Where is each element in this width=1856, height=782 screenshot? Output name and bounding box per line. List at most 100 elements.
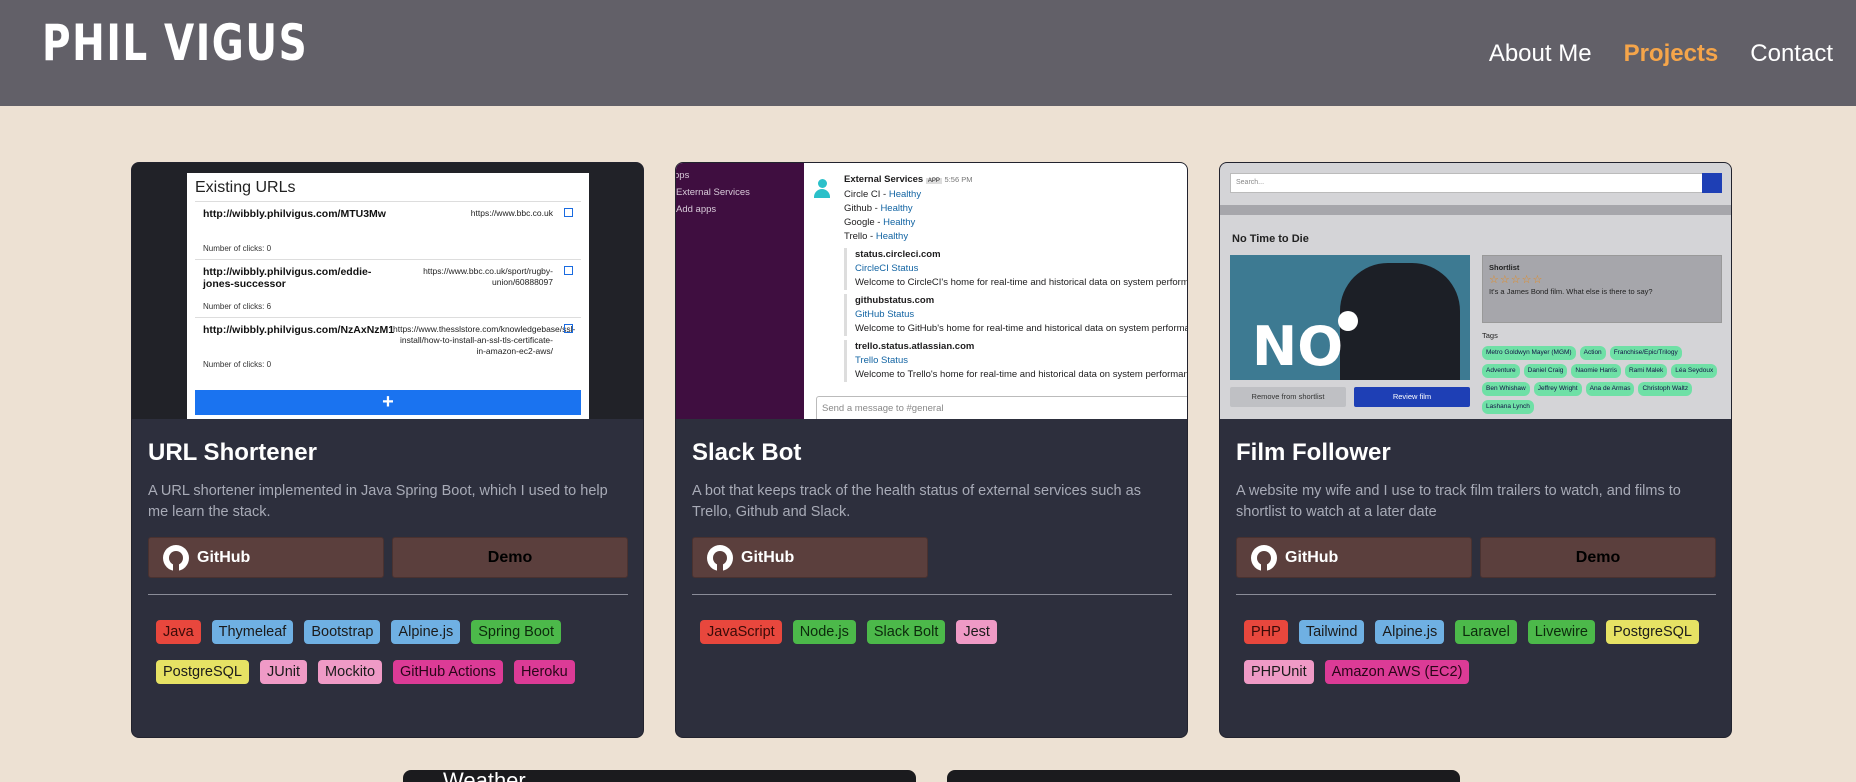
preview-link: GitHub Status [855,309,915,320]
project-card[interactable] [947,770,1460,782]
preview-link: CircleCI Status [855,263,919,274]
service-name: Circle CI - [844,189,887,200]
divider [148,594,628,595]
nav-about-me[interactable]: About Me [1489,40,1592,68]
short-url: http://wibbly.philvigus.com/eddie-jones-… [203,266,372,290]
tag: Livewire [1527,620,1595,644]
project-description: A website my wife and I use to track fil… [1236,483,1681,520]
tag: PostgreSQL [156,660,249,684]
tech-tags: JavaScript Node.js Slack Bolt Jest [700,620,1170,644]
panel-title: Existing URLs [195,179,296,196]
demo-button[interactable]: Demo [1480,537,1716,578]
service-name: Google - [844,217,881,228]
tags-label: Tags [1482,331,1498,340]
project-card-weather[interactable]: Weather [403,770,916,782]
film-tag: Action [1579,346,1606,360]
review-film-button: Review film [1354,387,1470,407]
status-link: Healthy [875,231,909,242]
project-description: A URL shortener implemented in Java Spri… [148,483,608,520]
tag: Amazon AWS (EC2) [1324,660,1470,684]
long-url: https://www.thesslstore.com/knowledgebas… [393,324,576,356]
tech-tags: Java Thymeleaf Bootstrap Alpine.js Sprin… [156,620,626,684]
tag: Alpine.js [391,620,461,644]
tag: Alpine.js [1375,620,1445,644]
preview-text: Welcome to CircleCI's home for real-time… [855,277,1187,288]
film-tag: Jeffrey Wright [1533,382,1582,396]
site-logo[interactable]: PHIL VIGUS [42,14,308,72]
sidebar-item: Add apps [676,204,717,215]
film-tag: Léa Seydoux [1671,364,1718,378]
project-screenshot: Search... No Time to Die NO Shortlist ☆☆… [1220,163,1731,419]
tag: PHP [1244,620,1288,644]
click-count: Number of clicks: 0 [203,244,272,253]
project-screenshot: Existing URLs http://wibbly.philvigus.co… [132,163,643,419]
github-icon [707,544,733,571]
tag: JUnit [260,660,308,684]
tag: PostgreSQL [1605,620,1699,644]
main-nav: About Me Projects Contact [1489,40,1833,68]
short-url: http://wibbly.philvigus.com/MTU3Mw [203,208,386,220]
edit-icon [564,266,573,275]
play-icon [1338,311,1358,331]
film-tag: Ana de Armas [1585,382,1635,396]
search-input: Search... [1230,173,1712,193]
status-line: Github - Healthy [844,202,1187,216]
film-tag: Lashana Lynch [1482,400,1534,414]
shortlist-box: Shortlist ☆☆☆☆☆ It's a James Bond film. … [1482,255,1722,323]
project-card-url-shortener: Existing URLs http://wibbly.philvigus.co… [131,162,644,738]
tag: Heroku [513,660,575,684]
search-icon [1702,173,1722,193]
service-name: Trello - [844,231,874,242]
github-button[interactable]: GitHub [692,537,928,578]
slack-message: External Services APP 5:56 PM Circle CI … [844,173,1187,382]
site-header: PHIL VIGUS About Me Projects Contact [0,0,1856,106]
project-screenshot-title: Weather [443,770,526,782]
github-button[interactable]: GitHub [148,537,384,578]
film-tag: Franchise/Epic/Trilogy [1609,346,1682,360]
tag: Slack Bolt [866,620,946,644]
project-description: A bot that keeps track of the health sta… [692,483,1141,520]
tag: Bootstrap [304,620,381,644]
preview-text: Welcome to GitHub's home for real-time a… [855,323,1187,334]
nav-projects[interactable]: Projects [1624,40,1719,68]
short-url: http://wibbly.philvigus.com/NzAxNzM1 [203,324,395,336]
tag: Java [156,620,201,644]
sender-name: External Services [844,174,924,185]
tag: Jest [956,620,997,644]
project-card-film-follower: Search... No Time to Die NO Shortlist ☆☆… [1219,162,1732,738]
long-url: https://www.bbc.co.uk/sport/rugby-union/… [423,266,553,287]
tag: GitHub Actions [393,660,503,684]
github-button[interactable]: GitHub [1236,537,1472,578]
film-tag: Metro Goldwyn Mayer (MGM) [1482,346,1576,360]
message-time: 5:56 PM [944,175,973,184]
status-link: Healthy [888,189,922,200]
project-card-slack-bot: pps External Services Add apps External … [675,162,1188,738]
film-tag: Rami Malek [1624,364,1668,378]
status-line: Google - Healthy [844,216,1187,230]
poster-figure [1340,263,1460,380]
divider [1220,205,1731,215]
nav-contact[interactable]: Contact [1750,40,1833,68]
film-tag: Daniel Craig [1523,364,1568,378]
shortlist-label: Shortlist [1489,263,1520,272]
github-label: GitHub [741,548,795,566]
github-icon [163,544,189,571]
status-line: Circle CI - Healthy [844,188,1187,202]
tag: Node.js [792,620,856,644]
slack-sidebar: pps External Services Add apps [676,163,804,419]
link-preview: trello.status.atlassian.com Trello Statu… [844,340,1187,382]
sidebar-item: External Services [676,187,750,198]
demo-button[interactable]: Demo [392,537,628,578]
tag: Spring Boot [471,620,562,644]
film-tag: Adventure [1482,364,1520,378]
preview-site: status.circleci.com [855,249,941,260]
tag: Mockito [318,660,383,684]
status-link: Healthy [880,203,913,214]
project-screenshot: pps External Services Add apps External … [676,163,1187,419]
click-count: Number of clicks: 0 [203,360,272,369]
tag: Thymeleaf [211,620,294,644]
click-count: Number of clicks: 6 [203,302,272,311]
project-title: Slack Bot [692,439,802,466]
shortlist-note: It's a James Bond film. What else is the… [1489,287,1653,296]
preview-site: trello.status.atlassian.com [855,341,975,352]
